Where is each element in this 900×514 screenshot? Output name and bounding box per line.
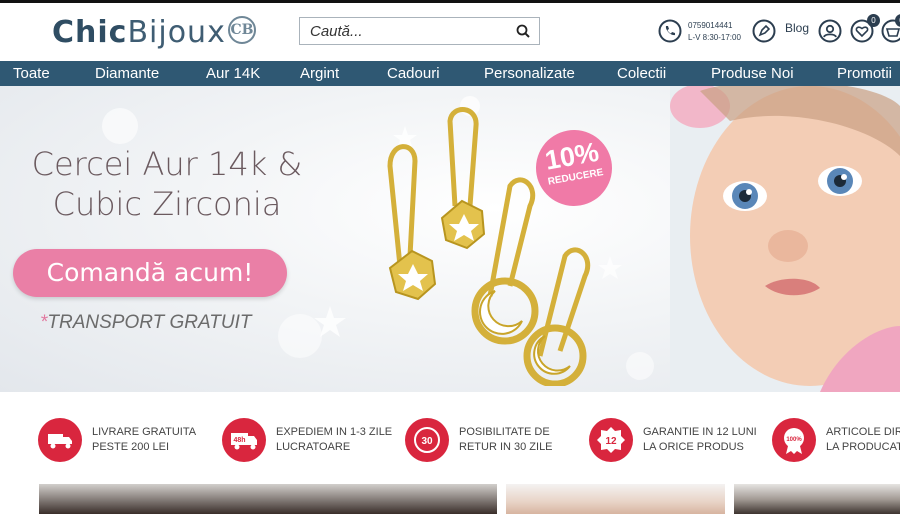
brand-mark-icon: CB <box>228 16 256 44</box>
free-shipping-note: *TRANSPORT GRATUIT <box>40 312 252 334</box>
benefits-bar: LIVRARE GRATUITA PESTE 200 LEI 48h EXPEDI… <box>0 392 900 480</box>
original-100-icon: 100% <box>772 418 816 462</box>
benefit-icon-text: 100% <box>786 437 802 443</box>
benefit-text: ARTICOLE DIRE LA PRODUCATO <box>826 425 900 455</box>
benefit-line: LIVRARE GRATUITA <box>92 426 197 438</box>
baby-photo <box>670 86 900 392</box>
benefit-text: EXPEDIEM IN 1-3 ZILE LUCRATOARE <box>276 425 396 455</box>
benefit-line: EXPEDIEM IN 1-3 ZILE <box>276 426 393 438</box>
nav-item-colectii[interactable]: Colectii <box>617 61 666 86</box>
benefit-line: LUCRATOARE <box>276 441 351 453</box>
order-now-button[interactable]: Comandă acum! <box>13 249 287 297</box>
warranty-12-icon: 12 <box>589 418 633 462</box>
phone-icon[interactable] <box>658 19 682 43</box>
benefit-icon-text: 30 <box>421 436 433 447</box>
benefit-line: ARTICOLE DIRE <box>826 426 900 438</box>
benefit-line: GARANTIE IN 12 LUNI <box>643 426 757 438</box>
nav-item-toate[interactable]: Toate <box>13 61 50 86</box>
benefit-line: PESTE 200 LEI <box>92 441 170 453</box>
contact-info: 0759014441 L-V 8:30-17:00 <box>688 20 741 44</box>
benefit-line: LA PRODUCATO <box>826 441 900 453</box>
nav-item-produse-noi[interactable]: Produse Noi <box>711 61 794 86</box>
main-nav: Toate Diamante Aur 14K Argint Cadouri Pe… <box>0 61 900 86</box>
48h-truck-icon: 48h <box>222 418 266 462</box>
benefit-icon-text: 48h <box>233 437 245 444</box>
benefit-line: RETUR IN 30 ZILE <box>459 441 553 453</box>
hero-title-line2: Cubic Zirconia <box>52 185 282 223</box>
category-tiles <box>0 484 900 514</box>
benefit-icon-text: 12 <box>605 436 617 447</box>
blog-pen-icon[interactable] <box>752 19 776 43</box>
brand-name-light: Bijoux <box>127 15 226 50</box>
benefit-text: LIVRARE GRATUITA PESTE 200 LEI <box>92 425 212 455</box>
contact-hours: L-V 8:30-17:00 <box>688 33 741 42</box>
wishlist-count-badge: 0 <box>867 14 880 27</box>
return-30-icon: 30 <box>405 418 449 462</box>
search-input[interactable] <box>300 18 505 44</box>
category-tile[interactable] <box>734 484 900 514</box>
blog-link[interactable]: Blog <box>785 21 809 35</box>
site-header: ChicBijoux CB 0759014441 L-V 8:30-17:00 … <box>0 3 900 61</box>
search-box <box>299 17 540 45</box>
benefit-text: GARANTIE IN 12 LUNI LA ORICE PRODUS <box>643 425 763 455</box>
nav-item-argint[interactable]: Argint <box>300 61 339 86</box>
benefit-line: POSIBILITATE DE <box>459 426 550 438</box>
category-tile[interactable] <box>39 484 497 514</box>
nav-item-aur-14k[interactable]: Aur 14K <box>206 61 260 86</box>
brand-logo[interactable]: ChicBijoux <box>52 15 226 50</box>
benefit-line: LA ORICE PRODUS <box>643 441 744 453</box>
nav-item-cadouri[interactable]: Cadouri <box>387 61 440 86</box>
benefit-text: POSIBILITATE DE RETUR IN 30 ZILE <box>459 425 579 455</box>
hero-banner[interactable]: Cercei Aur 14k & Cubic Zirconia Comandă … <box>0 86 900 392</box>
hero-title: Cercei Aur 14k & Cubic Zirconia <box>17 144 317 224</box>
truck-icon <box>38 418 82 462</box>
contact-phone[interactable]: 0759014441 <box>688 20 741 32</box>
nav-item-diamante[interactable]: Diamante <box>95 61 159 86</box>
nav-item-promotii[interactable]: Promotii <box>837 61 892 86</box>
account-icon[interactable] <box>818 19 842 43</box>
nav-item-personalizate[interactable]: Personalizate <box>484 61 575 86</box>
free-shipping-text: TRANSPORT GRATUIT <box>47 312 252 333</box>
brand-name-bold: Chic <box>52 15 128 50</box>
category-tile[interactable] <box>506 484 725 514</box>
hero-title-line1: Cercei Aur 14k & <box>31 145 303 183</box>
search-icon[interactable] <box>516 24 530 38</box>
